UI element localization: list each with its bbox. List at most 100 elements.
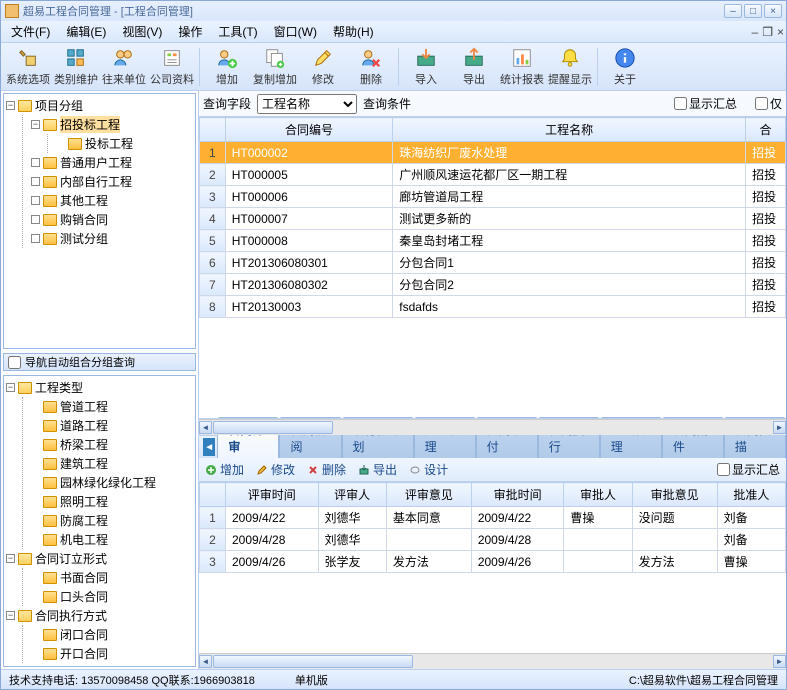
tree-item[interactable]: 购销合同 <box>31 210 193 229</box>
col-header[interactable]: 评审时间 <box>226 483 319 507</box>
review-table[interactable]: 评审时间评审人评审意见审批时间审批人审批意见批准人 12009/4/22刘德华基… <box>199 482 786 573</box>
tree-group[interactable]: −合同订立形式 <box>6 549 193 568</box>
scroll-thumb[interactable] <box>213 421 333 434</box>
table-row[interactable]: 3HT000006廊坊管道局工程招投 <box>200 186 786 208</box>
menu-item[interactable]: 视图(V) <box>114 21 170 42</box>
tree-item[interactable]: 书面合同 <box>31 568 193 587</box>
tree2-title: 导航自动组合分组查询 <box>25 354 135 370</box>
close-button[interactable]: × <box>764 4 782 18</box>
scroll-left-icon[interactable]: ◄ <box>199 421 212 434</box>
col-header[interactable]: 评审人 <box>318 483 386 507</box>
toolbar-统计报表[interactable]: 统计报表 <box>499 45 545 89</box>
detail-table-area[interactable]: 评审时间评审人评审意见审批时间审批人审批意见批准人 12009/4/22刘德华基… <box>199 482 786 653</box>
inner-minimize[interactable]: – <box>752 25 759 39</box>
show-summary-checkbox[interactable] <box>674 97 687 110</box>
menu-item[interactable]: 工具(T) <box>210 21 265 42</box>
detail-summary-checkbox[interactable] <box>717 463 730 476</box>
main-table-area[interactable]: 合同编号工程名称合 1HT000002珠海纺织厂废水处理招投2HT000005广… <box>199 117 786 419</box>
tree-item[interactable]: 园林绿化绿化工程 <box>31 473 193 492</box>
inner-restore[interactable]: ❐ <box>762 25 773 39</box>
maximize-button[interactable]: □ <box>744 4 762 18</box>
menu-item[interactable]: 文件(F) <box>3 21 58 42</box>
col-header[interactable]: 合 <box>746 118 786 142</box>
tree-group[interactable]: −工程类型 <box>6 378 193 397</box>
detail-export-button[interactable]: 导出 <box>358 461 397 478</box>
table-row[interactable]: 6HT201306080301分包合同1招投 <box>200 252 786 274</box>
table-row[interactable]: 22009/4/28刘德华2009/4/28刘备 <box>200 529 786 551</box>
col-header[interactable]: 审批人 <box>564 483 632 507</box>
tree-item[interactable]: 闭口合同 <box>31 625 193 644</box>
tree-item[interactable]: 道路工程 <box>31 416 193 435</box>
tree-item[interactable]: 普通用户工程 <box>31 153 193 172</box>
col-header[interactable]: 审批时间 <box>471 483 564 507</box>
detail-edit-button[interactable]: 修改 <box>256 461 295 478</box>
toolbar-增加[interactable]: 增加 <box>204 45 250 89</box>
col-header[interactable]: 合同编号 <box>225 118 393 142</box>
col-header[interactable]: 批准人 <box>717 483 785 507</box>
menu-item[interactable]: 操作 <box>170 21 210 42</box>
table-row[interactable]: 5HT000008秦皇岛封堵工程招投 <box>200 230 786 252</box>
toolbar-删除[interactable]: 删除 <box>348 45 394 89</box>
tree-item[interactable]: 内部自行工程 <box>31 172 193 191</box>
scroll-thumb[interactable] <box>213 655 413 668</box>
search-field-select[interactable]: 工程名称 <box>257 94 357 114</box>
tree-item[interactable]: 照明工程 <box>31 492 193 511</box>
nav-auto-checkbox[interactable] <box>8 356 21 369</box>
tree-item[interactable]: 管道工程 <box>31 397 193 416</box>
tree-item[interactable]: 开口合同 <box>31 644 193 663</box>
detail-delete-button[interactable]: 删除 <box>307 461 346 478</box>
toolbar-类别维护[interactable]: 类别维护 <box>53 45 99 89</box>
tree-item[interactable]: 机电工程 <box>31 530 193 549</box>
main-hscroll[interactable]: ◄ ► <box>199 419 786 435</box>
menu-item[interactable]: 编辑(E) <box>58 21 114 42</box>
table-row[interactable]: 32009/4/26张学友发方法2009/4/26发方法曹操 <box>200 551 786 573</box>
toolbar-复制增加[interactable]: 复制增加 <box>252 45 298 89</box>
toolbar-公司资料[interactable]: 公司资料 <box>149 45 195 89</box>
tree-item[interactable]: 测试分组 <box>31 229 193 248</box>
tree-root[interactable]: −项目分组 <box>6 96 193 115</box>
minimize-button[interactable]: – <box>724 4 742 18</box>
tree-group[interactable]: −合同执行方式 <box>6 606 193 625</box>
status-mode: 单机版 <box>295 672 328 688</box>
table-row[interactable]: 4HT000007测试更多新的招投 <box>200 208 786 230</box>
toolbar-导入[interactable]: 导入 <box>403 45 449 89</box>
tree-item[interactable]: 口头合同 <box>31 587 193 606</box>
col-header[interactable]: 审批意见 <box>632 483 717 507</box>
status-bar: 技术支持电话: 13570098458 QQ联系:1966903818 单机版 … <box>1 669 786 689</box>
scroll-right-icon[interactable]: ► <box>773 655 786 668</box>
col-header[interactable]: 评审意见 <box>386 483 471 507</box>
tree-group[interactable]: −合同类型 <box>6 663 193 667</box>
main-toolbar: 系统选项类别维护往来单位公司资料增加复制增加修改删除导入导出统计报表提醒显示关于 <box>1 43 786 91</box>
inner-close[interactable]: × <box>777 25 784 39</box>
table-row[interactable]: 12009/4/22刘德华基本同意2009/4/22曹操没问题刘备 <box>200 507 786 529</box>
contract-table[interactable]: 合同编号工程名称合 1HT000002珠海纺织厂废水处理招投2HT000005广… <box>199 117 786 318</box>
table-row[interactable]: 2HT000005广州顺风速运花都厂区一期工程招投 <box>200 164 786 186</box>
table-row[interactable]: 8HT20130003fsdafds招投 <box>200 296 786 318</box>
toolbar-修改[interactable]: 修改 <box>300 45 346 89</box>
tree-item[interactable]: 其他工程 <box>31 191 193 210</box>
scroll-right-icon[interactable]: ► <box>773 421 786 434</box>
table-row[interactable]: 1HT000002珠海纺织厂废水处理招投 <box>200 142 786 164</box>
menu-item[interactable]: 窗口(W) <box>266 21 325 42</box>
tree-item[interactable]: −招投标工程 <box>31 115 193 134</box>
toolbar-导出[interactable]: 导出 <box>451 45 497 89</box>
tree-item[interactable]: 建筑工程 <box>31 454 193 473</box>
only-checkbox[interactable] <box>755 97 768 110</box>
table-row[interactable]: 7HT201306080302分包合同2招投 <box>200 274 786 296</box>
menu-item[interactable]: 帮助(H) <box>325 21 382 42</box>
category-tree[interactable]: −工程类型管道工程道路工程桥梁工程建筑工程园林绿化绿化工程照明工程防腐工程机电工… <box>3 375 196 667</box>
tree-item[interactable]: 投标工程 <box>56 134 193 153</box>
detail-add-button[interactable]: 增加 <box>205 461 244 478</box>
toolbar-提醒显示[interactable]: 提醒显示 <box>547 45 593 89</box>
tree-item[interactable]: 防腐工程 <box>31 511 193 530</box>
detail-design-button[interactable]: 设计 <box>409 461 448 478</box>
scroll-left-icon[interactable]: ◄ <box>199 655 212 668</box>
col-header[interactable]: 工程名称 <box>393 118 746 142</box>
tree-item[interactable]: 桥梁工程 <box>31 435 193 454</box>
project-tree[interactable]: −项目分组−招投标工程投标工程 普通用户工程 内部自行工程 其他工程 购销合同 … <box>3 93 196 349</box>
tab-nav-icon[interactable]: ◄ <box>203 438 215 456</box>
detail-hscroll[interactable]: ◄ ► <box>199 653 786 669</box>
toolbar-关于[interactable]: 关于 <box>602 45 648 89</box>
toolbar-系统选项[interactable]: 系统选项 <box>5 45 51 89</box>
toolbar-往来单位[interactable]: 往来单位 <box>101 45 147 89</box>
